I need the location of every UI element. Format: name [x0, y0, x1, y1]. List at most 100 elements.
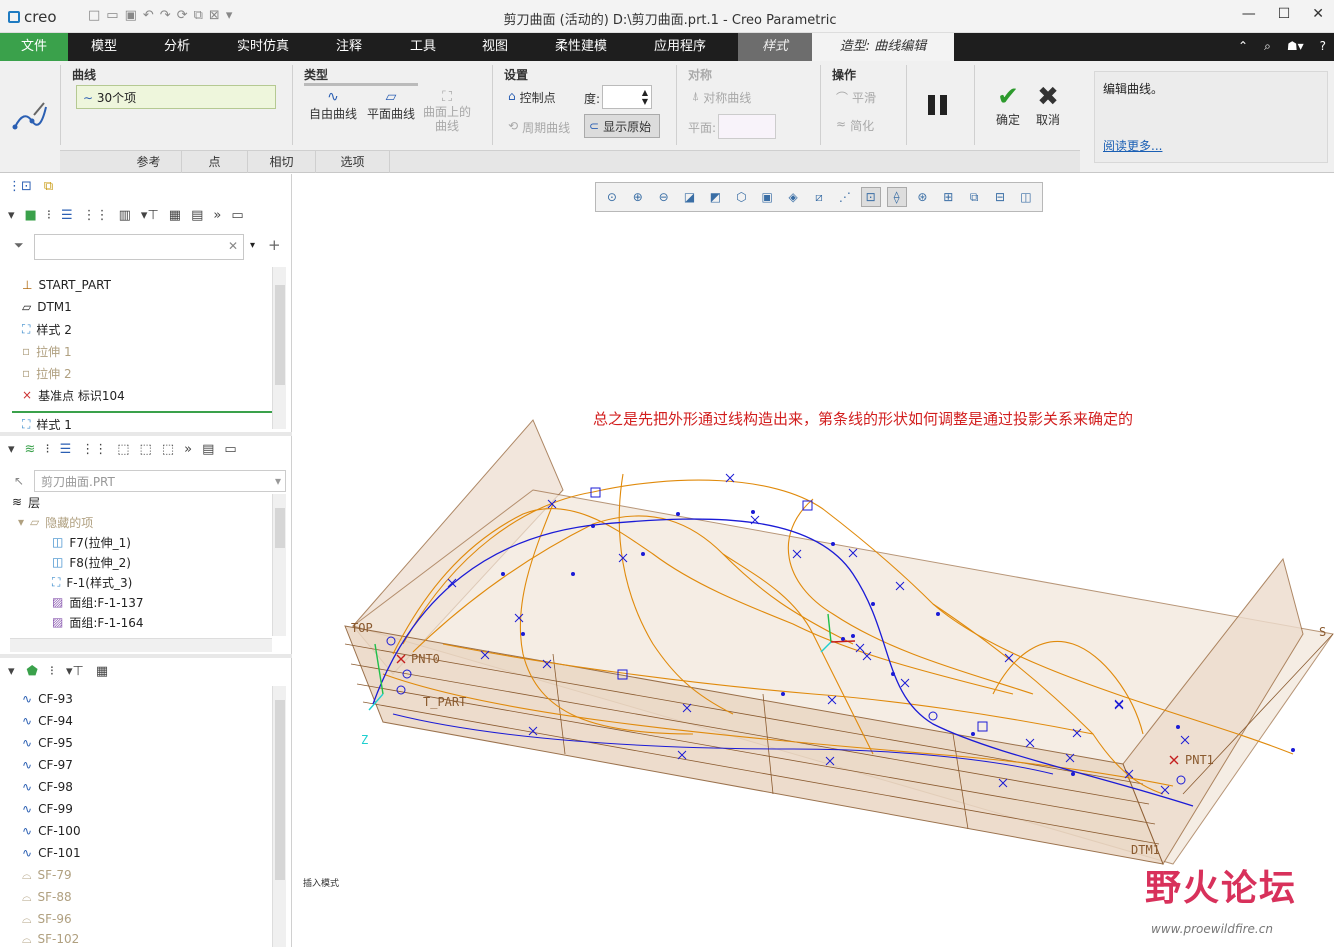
layer-isolate-icon[interactable]: ⬚ — [162, 442, 174, 457]
layer-item[interactable]: ▨ 面组:F-1-164 — [52, 612, 144, 632]
tab-applications[interactable]: 应用程序 — [640, 33, 720, 61]
tree-item-extrude-1[interactable]: ▫ 拉伸 1 — [22, 341, 72, 361]
tree-item-extrude-2[interactable]: ▫ 拉伸 2 — [22, 363, 72, 383]
free-curve-button[interactable]: ∿ 自由曲线 — [306, 89, 360, 122]
plane-curve-button[interactable]: ⏥ 平面曲线 — [364, 89, 418, 122]
tab-flexible-modeling[interactable]: 柔性建模 — [542, 33, 620, 61]
redo-icon[interactable]: ↷ — [160, 8, 171, 23]
symmetric-curve-toggle[interactable]: ⍋ 对称曲线 — [692, 89, 751, 106]
tree-item-datum-point[interactable]: × 基准点 标识104 — [22, 385, 125, 405]
subtab-tangency[interactable]: 相切 — [248, 151, 316, 173]
layer-tree-tab-icon[interactable]: ⧉ — [44, 179, 53, 194]
tree-item-style-1[interactable]: ⛶ 样式 1 — [22, 418, 72, 430]
control-points-toggle[interactable]: ⌂ 控制点 — [508, 89, 556, 106]
style-curve-item[interactable]: ∿ CF-97 — [22, 755, 73, 775]
save-icon[interactable]: ▣ — [125, 8, 137, 23]
customize-dropdown-icon[interactable]: ▾ — [226, 8, 233, 23]
style-settings-icon[interactable]: ▦ — [96, 664, 108, 679]
new-file-icon[interactable]: □ — [88, 8, 100, 23]
tree-item-start-part[interactable]: ⊥ START_PART — [22, 275, 111, 295]
expand-more-icon[interactable]: » — [213, 208, 221, 223]
style-curve-item[interactable]: ∿ CF-100 — [22, 821, 81, 841]
simplify-button[interactable]: ≈ 简化 — [836, 117, 874, 134]
expand-more-icon[interactable]: » — [184, 442, 192, 457]
collapse-ribbon-icon[interactable]: ⌃ — [1238, 39, 1248, 54]
clear-search-icon[interactable]: ✕ — [228, 239, 238, 253]
subtab-points[interactable]: 点 — [182, 151, 248, 173]
layer-settings-icon[interactable]: ▤ — [202, 442, 214, 457]
tree-item-style-2[interactable]: ⛶ 样式 2 — [22, 319, 72, 339]
pause-button[interactable] — [928, 95, 947, 115]
tab-analysis[interactable]: 分析 — [146, 33, 208, 61]
show-icon[interactable]: ▾⊤ — [141, 208, 159, 223]
tab-simulation[interactable]: 实时仿真 — [224, 33, 302, 61]
style-show-icon[interactable]: ▾⊤ — [66, 664, 84, 679]
insert-here-line[interactable] — [12, 411, 272, 413]
more-icon[interactable]: ⁝ — [50, 664, 54, 679]
help-icon[interactable]: ? — [1320, 39, 1326, 54]
tab-view[interactable]: 视图 — [464, 33, 526, 61]
style-surface-item[interactable]: ⌓ SF-79 — [22, 865, 72, 885]
undo-icon[interactable]: ↶ — [143, 8, 154, 23]
more-icon[interactable]: ⁝ — [45, 442, 49, 457]
tab-annotate[interactable]: 注释 — [318, 33, 380, 61]
curve-on-surface-button[interactable]: ⛶ 曲面上的曲线 — [420, 89, 474, 133]
close-icon[interactable]: ✕ — [1312, 6, 1324, 22]
tree-columns-icon[interactable]: ⋮⋮ — [83, 208, 109, 223]
search-dropdown-icon[interactable]: ▾ — [250, 240, 255, 251]
style-surface-item[interactable]: ⌓ SF-96 — [22, 909, 72, 929]
style-tree-scrollbar[interactable] — [272, 686, 286, 947]
periodic-curve-toggle[interactable]: ⟲ 周期曲线 — [508, 119, 570, 136]
style-curve-item[interactable]: ∿ CF-99 — [22, 799, 73, 819]
layer-root[interactable]: ≋ 层 — [12, 492, 40, 512]
layer-item[interactable]: ▨ 面组:F-1-137 — [52, 592, 144, 612]
read-more-link[interactable]: 阅读更多... — [1103, 137, 1162, 154]
minimize-icon[interactable]: — — [1242, 6, 1256, 22]
pointer-icon[interactable]: ↖ — [14, 474, 24, 488]
tab-model[interactable]: 模型 — [72, 33, 136, 61]
filter-icon[interactable]: ⏷ — [14, 238, 24, 253]
style-surface-item[interactable]: ⌓ SF-102 — [22, 931, 79, 947]
tab-style[interactable]: 样式 — [738, 33, 812, 61]
layer-item[interactable]: ⛶ F-1(样式_3) — [52, 572, 132, 592]
layer-columns-icon[interactable]: ⋮⋮ — [81, 442, 107, 457]
regenerate-icon[interactable]: ⟳ — [177, 8, 188, 23]
tree-filter-icon[interactable]: ▥ — [119, 208, 131, 223]
search-icon[interactable]: ⌕ — [1264, 39, 1271, 54]
tab-curve-edit[interactable]: 造型: 曲线编辑 — [812, 33, 954, 61]
subtab-options[interactable]: 选项 — [316, 151, 390, 173]
search-input[interactable]: ✕ — [34, 234, 244, 260]
layer-show-icon[interactable]: ⬚ — [117, 442, 129, 457]
active-layer-object-select[interactable]: 剪刀曲面.PRT ▾ — [34, 470, 286, 492]
style-curve-item[interactable]: ∿ CF-93 — [22, 689, 73, 709]
cancel-button[interactable]: ✖ 取消 — [1030, 83, 1066, 128]
graphics-window[interactable]: ⊙ ⊕ ⊖ ◪ ◩ ⬡ ▣ ◈ ⧄ ⋰ ⊡ ⟠ ⊛ ⊞ ⧉ ⊟ ◫ 总之是先把外… — [293, 174, 1334, 947]
degree-spinner[interactable]: ▲ ▼ — [602, 85, 652, 109]
model-tree-tab-icon[interactable]: ⋮⊡ — [8, 179, 32, 194]
layer-hide-icon[interactable]: ⬚ — [140, 442, 152, 457]
show-original-toggle[interactable]: ⊂ 显示原始 — [584, 114, 660, 138]
settings-tree-icon[interactable]: ▦ — [169, 208, 181, 223]
open-file-icon[interactable]: ▭ — [106, 8, 118, 23]
layer-horizontal-scrollbar[interactable] — [10, 638, 272, 652]
model-geometry[interactable]: TOP PNT0 PNT1 T_PART DTM1 S Z — [293, 174, 1334, 874]
maximize-icon[interactable]: ☐ — [1278, 6, 1291, 22]
symmetry-plane-collector[interactable] — [718, 114, 776, 139]
add-filter-icon[interactable]: + — [268, 236, 281, 254]
page-icon[interactable]: ▭ — [231, 208, 243, 223]
style-surface-item[interactable]: ⌓ SF-88 — [22, 887, 72, 907]
model-tree-scrollbar[interactable] — [272, 267, 286, 429]
subtab-references[interactable]: 参考 — [116, 151, 182, 173]
layer-tree-scrollbar[interactable] — [272, 494, 286, 636]
layer-hidden-items[interactable]: ▾ ▱ 隐藏的项 — [18, 512, 93, 532]
expand-model-tree-icon[interactable]: ▾ — [8, 208, 15, 223]
windows-icon[interactable]: ⧉ — [194, 8, 203, 23]
settings-icon[interactable]: ☗▾ — [1287, 39, 1304, 54]
close-window-icon[interactable]: ⊠ — [209, 8, 220, 23]
tree-list-icon[interactable]: ☰ — [61, 208, 73, 223]
curve-collector[interactable]: ∼ 30个项 — [76, 85, 276, 109]
expand-layer-tree-icon[interactable]: ▾ — [8, 442, 15, 457]
tree-detail-icon[interactable]: ▤ — [191, 208, 203, 223]
tab-tools[interactable]: 工具 — [392, 33, 454, 61]
style-curve-item[interactable]: ∿ CF-98 — [22, 777, 73, 797]
